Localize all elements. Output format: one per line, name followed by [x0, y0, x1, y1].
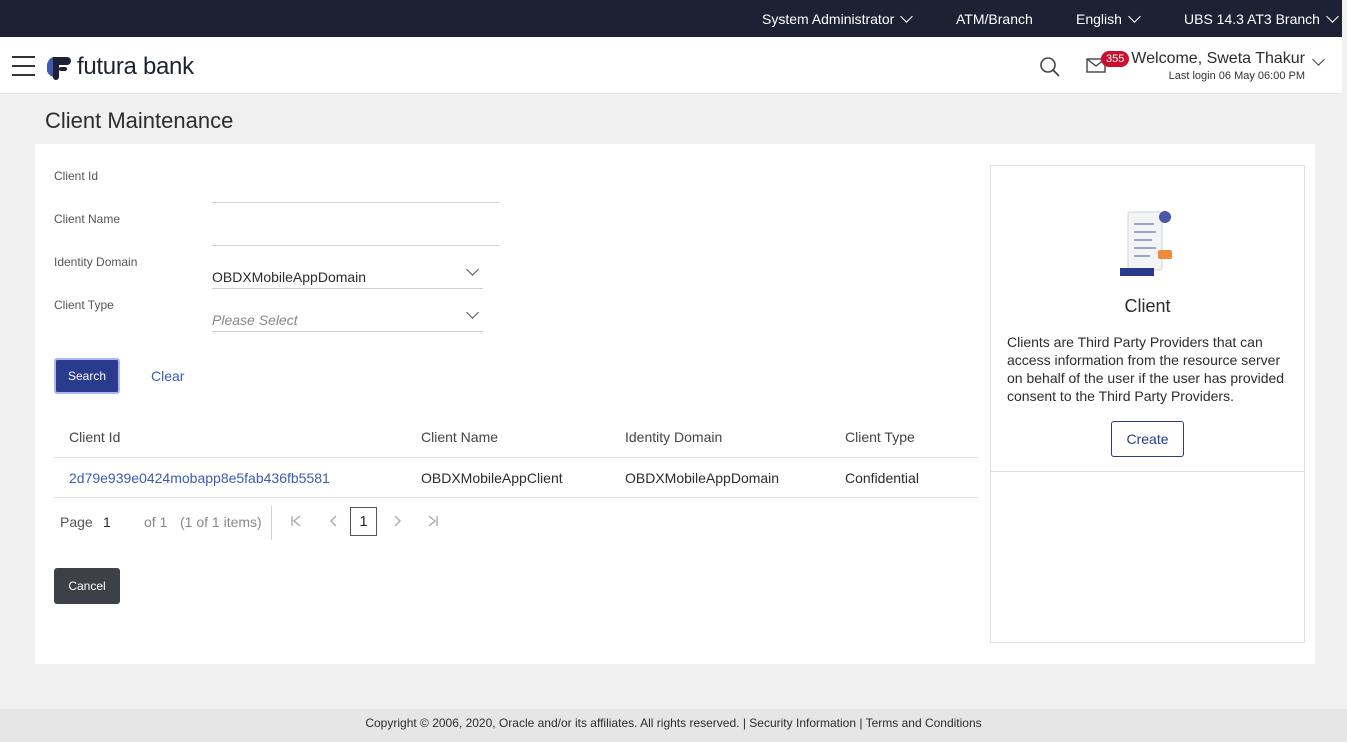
search-button[interactable]: Search — [54, 358, 120, 394]
client-info-card: Client Clients are Third Party Providers… — [990, 165, 1305, 643]
create-button[interactable]: Create — [1111, 421, 1184, 457]
client-name-label: Client Name — [54, 212, 121, 226]
client-id-label: Client Id — [54, 169, 99, 183]
copyright-text: Copyright © 2006, 2020, Oracle and/or it… — [365, 716, 740, 730]
page-label: Page — [60, 514, 93, 530]
security-info-link[interactable]: Security Information — [749, 716, 856, 730]
language-selector[interactable]: English — [1076, 10, 1141, 27]
identity-domain-label: Identity Domain — [54, 255, 138, 269]
card-description: Clients are Third Party Providers that c… — [1007, 334, 1285, 404]
last-page-icon[interactable] — [427, 514, 439, 530]
page-of-label: of 1 — [144, 514, 168, 530]
branch-label: UBS 14.3 AT3 Branch — [1184, 11, 1320, 27]
top-bar: System Administrator ATM/Branch English … — [0, 0, 1342, 37]
language-label: English — [1076, 11, 1122, 27]
column-header-client-name: Client Name — [421, 429, 499, 445]
identity-domain-cell: OBDXMobileAppDomain — [625, 470, 780, 486]
client-name-input[interactable] — [212, 218, 499, 246]
client-type-placeholder: Please Select — [212, 312, 298, 328]
card-body: Client Clients are Third Party Providers… — [991, 166, 1304, 472]
page-number-input[interactable]: 1 — [103, 514, 111, 530]
channel-link[interactable]: ATM/Branch — [956, 11, 1033, 27]
app-header: futura bank 355 Welcome, Sweta Thakur La… — [0, 37, 1342, 94]
identity-domain-select[interactable]: OBDXMobileAppDomain — [212, 261, 483, 289]
client-type-cell: Confidential — [845, 470, 919, 486]
chevron-down-icon — [900, 10, 914, 23]
client-id-input[interactable] — [212, 175, 499, 203]
header-divider — [54, 457, 978, 458]
user-menu[interactable]: Welcome, Sweta Thakur Last login 06 May … — [1131, 50, 1305, 82]
footer: Copyright © 2006, 2020, Oracle and/or it… — [0, 709, 1347, 742]
logo-text: futura bank — [77, 53, 194, 80]
row-divider — [54, 497, 978, 498]
column-header-identity-domain: Identity Domain — [625, 429, 723, 445]
cancel-button[interactable]: Cancel — [54, 568, 120, 604]
column-header-client-type: Client Type — [845, 429, 915, 445]
bank-logo[interactable]: futura bank — [47, 53, 194, 81]
page-title: Client Maintenance — [45, 108, 234, 133]
document-icon — [1120, 211, 1172, 276]
chevron-down-icon — [1326, 10, 1339, 23]
welcome-text: Welcome, Sweta Thakur — [1131, 50, 1305, 67]
chevron-down-icon[interactable] — [1312, 53, 1325, 66]
main-content: Client Id Client Name Identity Domain OB… — [35, 144, 1315, 664]
card-title: Client — [1124, 296, 1171, 316]
items-count: (1 of 1 items) — [180, 514, 262, 530]
client-id-link[interactable]: 2d79e939e0424mobapp8e5fab436fb5581 — [69, 470, 330, 486]
current-page-button[interactable]: 1 — [350, 507, 377, 536]
mail-count-badge: 355 — [1101, 51, 1130, 67]
role-selector[interactable]: System Administrator — [762, 10, 914, 27]
next-page-icon[interactable] — [391, 514, 403, 530]
first-page-icon[interactable] — [290, 514, 302, 530]
client-type-label: Client Type — [54, 298, 114, 312]
pager-divider — [271, 506, 272, 540]
chevron-down-icon — [466, 263, 479, 276]
futura-logo-icon — [47, 57, 71, 80]
client-type-select[interactable]: Please Select — [212, 304, 483, 332]
last-login-text: Last login 06 May 06:00 PM — [1168, 70, 1305, 82]
role-label: System Administrator — [762, 11, 895, 27]
channel-label: ATM/Branch — [956, 11, 1033, 27]
chevron-down-icon — [466, 306, 479, 319]
identity-domain-value: OBDXMobileAppDomain — [212, 269, 367, 285]
previous-page-icon[interactable] — [328, 514, 340, 530]
terms-link[interactable]: Terms and Conditions — [866, 716, 982, 730]
column-header-client-id: Client Id — [69, 429, 121, 445]
clear-button[interactable]: Clear — [151, 368, 184, 384]
chevron-down-icon — [1128, 10, 1141, 23]
client-name-cell: OBDXMobileAppClient — [421, 470, 563, 486]
branch-selector[interactable]: UBS 14.3 AT3 Branch — [1184, 10, 1339, 27]
search-icon[interactable] — [1039, 56, 1061, 78]
menu-icon[interactable] — [12, 56, 35, 76]
